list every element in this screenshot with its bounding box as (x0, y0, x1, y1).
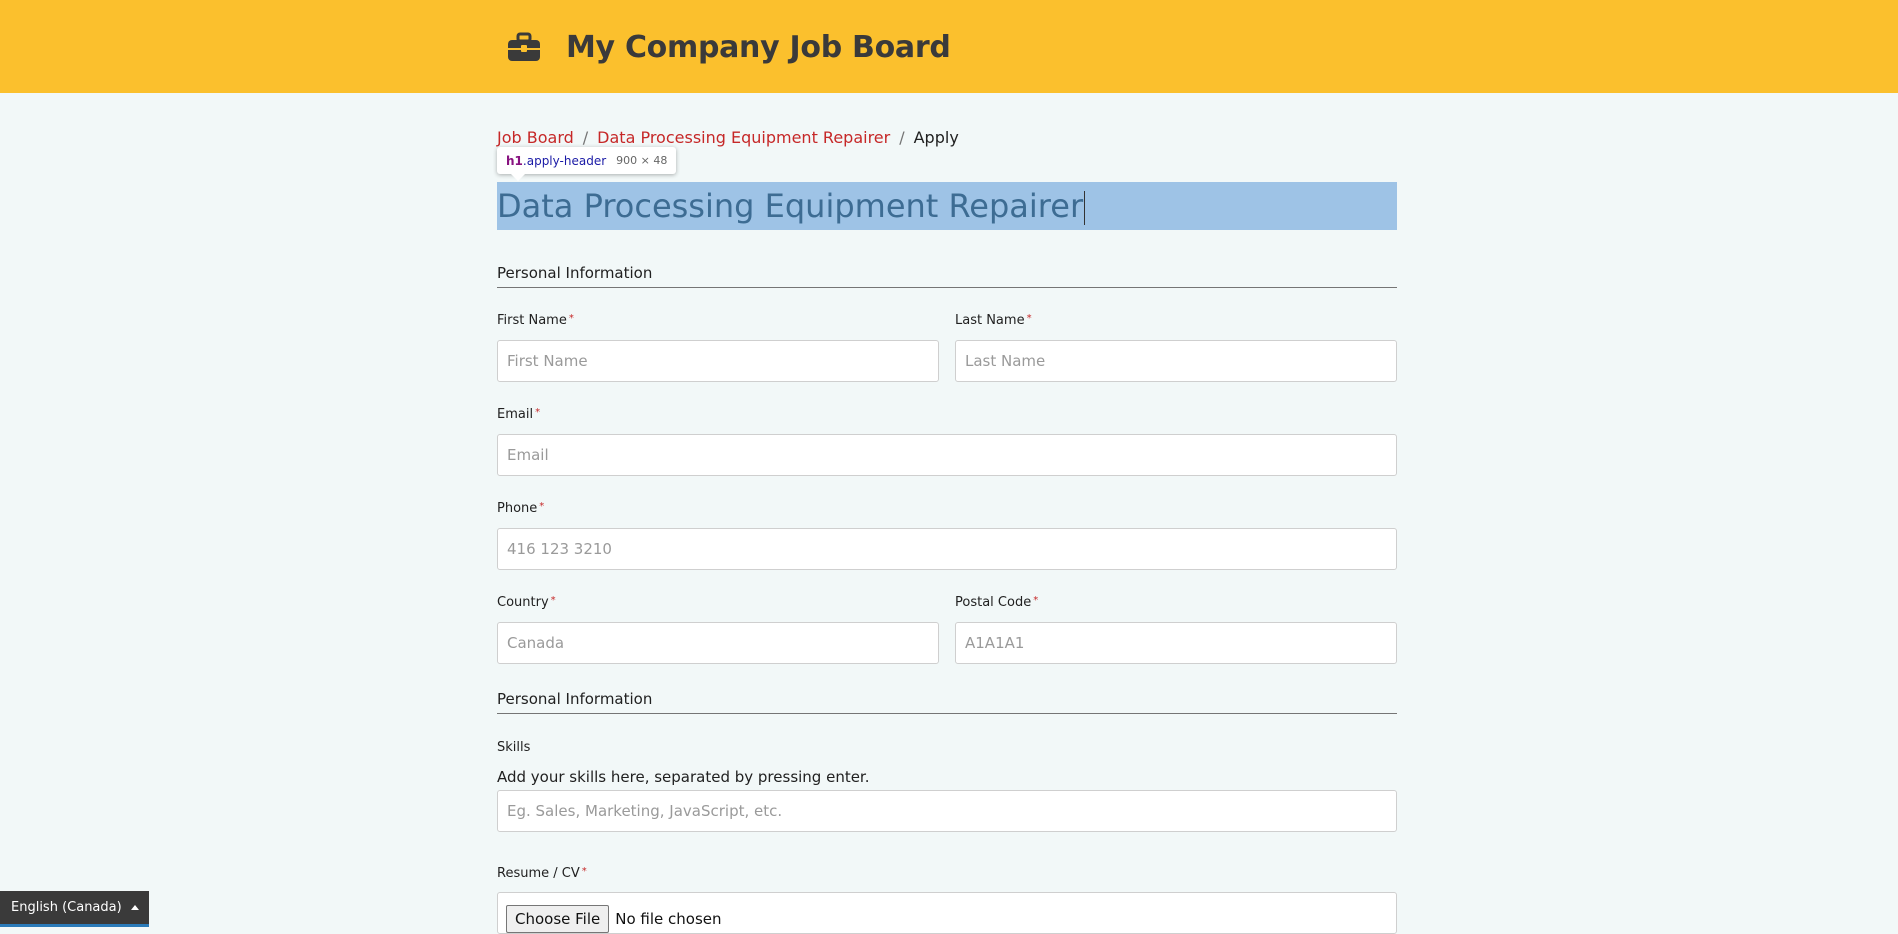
page-title: Data Processing Equipment Repairer (497, 182, 1397, 230)
phone-field[interactable] (497, 528, 1397, 570)
last-name-field[interactable] (955, 340, 1397, 382)
section-title-additional: Personal Information (497, 690, 1397, 714)
required-marker: * (539, 501, 545, 512)
email-label: Email * (497, 407, 540, 422)
breadcrumb-job-title[interactable]: Data Processing Equipment Repairer (597, 128, 890, 147)
resume-upload: Choose File No file chosen (497, 892, 1397, 934)
tooltip-tag: h1 (506, 153, 523, 168)
file-status: No file chosen (615, 910, 722, 928)
required-marker: * (1033, 595, 1039, 606)
first-name-field[interactable] (497, 340, 939, 382)
first-name-label: First Name * (497, 313, 574, 328)
site-title[interactable]: My Company Job Board (566, 30, 951, 65)
country-field[interactable] (497, 622, 939, 664)
postal-code-label-text: Postal Code (955, 595, 1032, 610)
section-title-personal: Personal Information (497, 264, 1397, 288)
email-label-text: Email (497, 407, 534, 422)
language-label: English (Canada) (11, 900, 122, 915)
resume-label-text: Resume / CV (497, 866, 580, 881)
devtools-inspect-tooltip: h1.apply-header 900 × 48 (497, 147, 677, 181)
email-field[interactable] (497, 434, 1397, 476)
required-marker: * (535, 407, 541, 418)
country-label: Country * (497, 595, 556, 610)
postal-code-field[interactable] (955, 622, 1397, 664)
tooltip-arrow (511, 174, 525, 181)
breadcrumb-separator: / (899, 128, 905, 147)
required-marker: * (568, 313, 574, 324)
tooltip-size: 900 × 48 (616, 154, 668, 167)
phone-label: Phone * (497, 501, 544, 516)
skills-hint: Add your skills here, separated by press… (497, 768, 870, 786)
brand[interactable]: My Company Job Board (506, 27, 951, 67)
first-name-label-text: First Name (497, 313, 567, 328)
caret-up-icon (130, 905, 139, 910)
postal-code-label: Postal Code * (955, 595, 1038, 610)
tooltip-class: .apply-header (522, 153, 607, 168)
language-switcher[interactable]: English (Canada) (0, 891, 149, 927)
country-label-text: Country (497, 595, 549, 610)
choose-file-button[interactable]: Choose File (506, 905, 610, 933)
skills-input[interactable] (497, 790, 1397, 832)
required-marker: * (581, 866, 587, 877)
breadcrumb-current: Apply (913, 128, 959, 147)
last-name-label-text: Last Name (955, 313, 1025, 328)
breadcrumb: Job Board / Data Processing Equipment Re… (497, 128, 959, 147)
skills-label: Skills (497, 740, 531, 755)
briefcase-icon (508, 32, 540, 61)
last-name-label: Last Name * (955, 313, 1032, 328)
breadcrumb-separator: / (582, 128, 589, 147)
page-title-text: Data Processing Equipment Repairer (497, 187, 1084, 225)
required-marker: * (1026, 313, 1032, 324)
text-caret (1084, 191, 1086, 225)
phone-label-text: Phone (497, 501, 538, 516)
resume-label: Resume / CV * (497, 866, 587, 881)
required-marker: * (550, 595, 556, 606)
breadcrumb-job-board[interactable]: Job Board (497, 128, 574, 147)
top-bar: My Company Job Board (0, 0, 1898, 93)
